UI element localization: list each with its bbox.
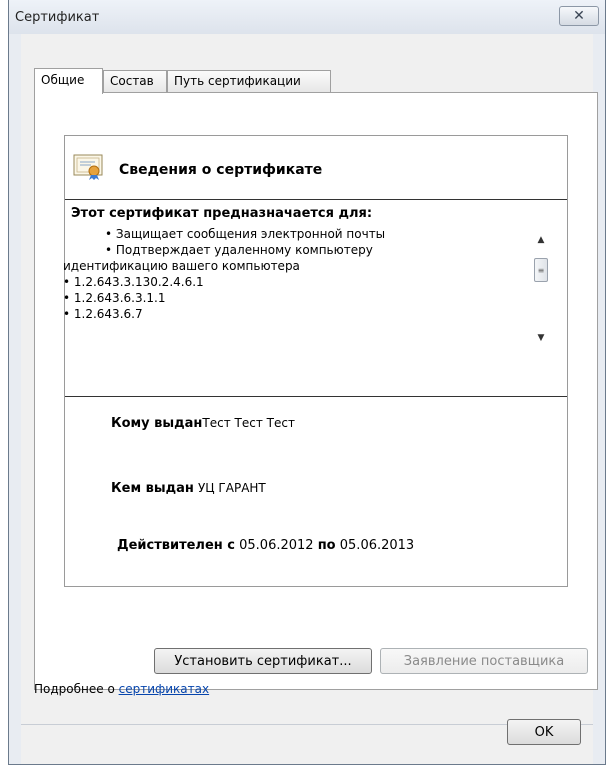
validity-row: Действителен с 05.06.2012 по 05.06.2013 — [117, 538, 414, 553]
close-icon: ✕ — [573, 8, 585, 24]
close-button[interactable]: ✕ — [559, 6, 599, 26]
scroll-up-icon[interactable]: ▲ — [532, 232, 550, 248]
purpose-list: • Защищает сообщения электронной почты •… — [63, 226, 545, 322]
purpose-item: • 1.2.643.6.3.1.1 — [63, 291, 166, 305]
purpose-item: • Защищает сообщения электронной почты — [105, 227, 386, 241]
certificate-dialog: Сертификат ✕ Общие Состав Путь сертифика… — [8, 0, 606, 765]
issued-by-label: Кем выдан — [111, 481, 194, 496]
issued-to-row: Кому выданТест Тест Тест — [111, 416, 295, 431]
install-certificate-button[interactable]: Установить сертификат... — [154, 648, 372, 674]
issued-by-value: УЦ ГАРАНТ — [197, 481, 266, 495]
issued-to-label: Кому выдан — [111, 416, 203, 431]
purpose-scrollbar[interactable]: ▲ ≡ ▼ — [532, 232, 550, 346]
scroll-down-icon[interactable]: ▼ — [532, 330, 550, 346]
issued-by-row: Кем выдан УЦ ГАРАНТ — [111, 481, 266, 496]
purpose-item: • Подтверждает удаленному компьютеру — [105, 243, 373, 257]
valid-from-value: 05.06.2012 — [239, 538, 314, 553]
more-info-prefix: Подробнее о — [34, 682, 119, 696]
issued-to-value: Тест Тест Тест — [202, 416, 295, 430]
valid-to-value: 05.06.2013 — [339, 538, 415, 553]
general-tab-panel: Сведения о сертификате Этот сертификат п… — [34, 92, 598, 690]
valid-to-label: по — [317, 538, 336, 553]
tab-certification-path[interactable]: Путь сертификации — [167, 70, 331, 92]
ok-button[interactable]: OK — [507, 719, 581, 745]
dialog-client-area: Общие Состав Путь сертификации Сведения … — [21, 34, 598, 764]
purpose-item: • 1.2.643.6.7 — [63, 307, 143, 321]
tab-general[interactable]: Общие — [34, 68, 103, 94]
window-title: Сертификат — [15, 10, 100, 25]
title-bar: Сертификат ✕ — [9, 0, 605, 34]
more-info: Подробнее о сертификатах — [34, 682, 209, 696]
purpose-item: • 1.2.643.3.130.2.4.6.1 — [63, 275, 204, 289]
details-divider — [65, 396, 567, 397]
valid-from-label: Действителен с — [117, 538, 235, 553]
issuer-statement-button[interactable]: Заявление поставщика — [380, 648, 588, 674]
purpose-heading: Этот сертификат предназначается для: — [71, 206, 373, 221]
certificate-info-box: Сведения о сертификате Этот сертификат п… — [63, 135, 568, 587]
certificate-icon — [73, 154, 103, 180]
heading-divider — [65, 199, 567, 200]
purpose-item-continued: идентификацию вашего компьютера — [63, 259, 300, 273]
certificate-info-heading: Сведения о сертификате — [119, 162, 323, 178]
certificates-link[interactable]: сертификатах — [119, 682, 210, 696]
tab-details[interactable]: Состав — [103, 70, 167, 92]
scroll-thumb[interactable]: ≡ — [534, 258, 548, 282]
